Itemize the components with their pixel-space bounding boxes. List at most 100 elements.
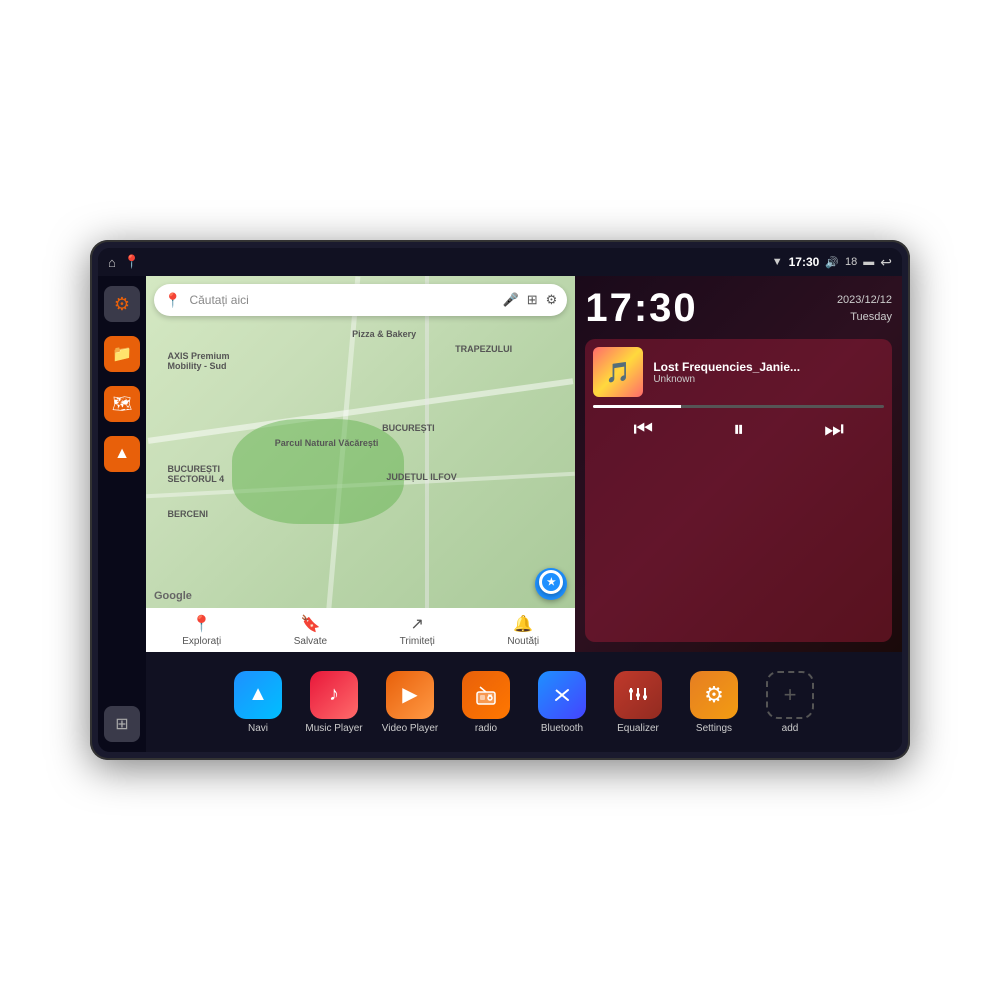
album-art: 🎵 [593,347,643,397]
app-equalizer[interactable]: Equalizer [608,671,668,734]
add-label: add [782,723,799,734]
google-logo: Google [154,590,192,602]
settings-dots-icon[interactable]: ⚙ [546,292,558,308]
music-player-label: Music Player [305,723,362,734]
battery-level: 18 [845,256,857,268]
explore-icon: 📍 [192,614,212,634]
status-time: 17:30 [789,255,820,269]
sidebar-item-navigation[interactable]: ▲ [104,436,140,472]
map-label-park: Parcul Natural Văcărești [275,438,379,448]
map-bottom-saved[interactable]: 🔖 Salvate [294,614,327,647]
layers-icon[interactable]: ⊞ [527,292,538,308]
navigation-icon: ▲ [114,445,130,463]
google-maps-pin-icon: 📍 [164,292,181,309]
music-progress-bar[interactable] [593,405,884,408]
clock-time: 17:30 [585,286,697,331]
status-bar: ⌂ 📍 ▼ 17:30 🔊 18 ▬ ↩ [98,248,902,276]
share-icon: ↗ [411,614,424,634]
sidebar-item-files[interactable]: 📁 [104,336,140,372]
map-label-buc: BUCUREȘTI [382,423,435,433]
map-bottom-bar: 📍 Explorați 🔖 Salvate ↗ Trimiteți [146,608,575,652]
clock-date-value: 2023/12/12 [837,294,892,306]
search-placeholder[interactable]: Căutați aici [189,293,494,307]
app-settings[interactable]: ⚙ Settings [684,671,744,734]
wifi-icon: ▼ [772,256,783,268]
bluetooth-icon [538,671,586,719]
status-left: ⌂ 📍 [108,254,140,270]
explore-label: Explorați [182,636,221,647]
settings-icon: ⚙ [114,294,130,315]
clock-day: Tuesday [850,311,892,323]
music-progress-fill [593,405,680,408]
app-navi[interactable]: ▲ Navi [228,671,288,734]
map-background: AXIS PremiumMobility - Sud Pizza & Baker… [146,276,575,652]
music-controls: ⏮ ⏸ ⏭ [593,416,884,442]
settings-label: Settings [696,723,732,734]
map-search-bar[interactable]: 📍 Căutați aici 🎤 ⊞ ⚙ [154,284,567,316]
prev-button[interactable]: ⏮ [633,416,653,442]
navi-icon: ▲ [234,671,282,719]
radio-label: radio [475,723,497,734]
equalizer-label: Equalizer [617,723,659,734]
files-icon: 📁 [112,344,132,364]
add-icon: + [766,671,814,719]
video-player-icon: ▶ [386,671,434,719]
music-section: 17:30 2023/12/12 Tuesday 🎵 [575,276,902,652]
pin-icon[interactable]: 📍 [124,254,140,270]
navi-label: Navi [248,723,268,734]
clock-area: 17:30 2023/12/12 Tuesday [585,286,892,331]
next-button[interactable]: ⏭ [824,416,844,442]
music-text: Lost Frequencies_Janie... Unknown [653,360,884,385]
map-bottom-news[interactable]: 🔔 Noutăți [507,614,539,647]
battery-icon: ▬ [863,256,874,268]
back-icon[interactable]: ↩ [880,254,892,271]
app-bluetooth[interactable]: Bluetooth [532,671,592,734]
map-label-berceni: BERCENI [167,509,208,519]
share-label: Trimiteți [400,636,435,647]
radio-icon [462,671,510,719]
app-video-player[interactable]: ▶ Video Player [380,671,440,734]
map-label-axis: AXIS PremiumMobility - Sud [167,351,229,371]
pause-button[interactable]: ⏸ [733,416,744,442]
bluetooth-label: Bluetooth [541,723,583,734]
app-add[interactable]: + add [760,671,820,734]
music-info: 🎵 Lost Frequencies_Janie... Unknown [593,347,884,397]
map-label-ilfov: JUDEȚUL ILFOV [386,472,456,482]
map-label-sector4: BUCUREȘTISECTORUL 4 [167,464,224,484]
equalizer-icon [614,671,662,719]
sidebar-item-map[interactable]: 🗺 [104,386,140,422]
music-title: Lost Frequencies_Janie... [653,360,884,374]
content-area: AXIS PremiumMobility - Sud Pizza & Baker… [146,276,902,752]
main-area: ⚙ 📁 🗺 ▲ ⊞ [98,276,902,752]
map-section: AXIS PremiumMobility - Sud Pizza & Baker… [146,276,575,652]
map-icon: 🗺 [112,394,132,414]
saved-label: Salvate [294,636,327,647]
map-bottom-explore[interactable]: 📍 Explorați [182,614,221,647]
map-bottom-share[interactable]: ↗ Trimiteți [400,614,435,647]
mic-icon[interactable]: 🎤 [503,292,519,308]
sidebar-item-apps[interactable]: ⊞ [104,706,140,742]
music-artist: Unknown [653,374,884,385]
home-icon[interactable]: ⌂ [108,255,116,270]
apps-icon: ⊞ [115,714,128,734]
top-section: AXIS PremiumMobility - Sud Pizza & Baker… [146,276,902,652]
device: ⌂ 📍 ▼ 17:30 🔊 18 ▬ ↩ ⚙ 📁 [90,240,910,760]
clock-date: 2023/12/12 Tuesday [837,292,892,325]
music-player-icon: ♪ [310,671,358,719]
news-label: Noutăți [507,636,539,647]
sidebar: ⚙ 📁 🗺 ▲ ⊞ [98,276,146,752]
star-icon: ★ [547,577,556,588]
app-radio[interactable]: radio [456,671,516,734]
app-grid: ▲ Navi ♪ Music Player ▶ V [146,652,902,752]
device-screen: ⌂ 📍 ▼ 17:30 🔊 18 ▬ ↩ ⚙ 📁 [98,248,902,752]
video-player-label: Video Player [382,723,439,734]
app-music-player[interactable]: ♪ Music Player [304,671,364,734]
sidebar-item-settings[interactable]: ⚙ [104,286,140,322]
settings-app-icon: ⚙ [690,671,738,719]
status-right: ▼ 17:30 🔊 18 ▬ ↩ [772,254,892,271]
map-label-trap: TRAPEZULUI [455,344,512,354]
saved-icon: 🔖 [300,614,320,634]
music-player: 🎵 Lost Frequencies_Janie... Unknown [585,339,892,642]
map-label-pizza: Pizza & Bakery [352,329,416,339]
news-icon: 🔔 [513,614,533,634]
